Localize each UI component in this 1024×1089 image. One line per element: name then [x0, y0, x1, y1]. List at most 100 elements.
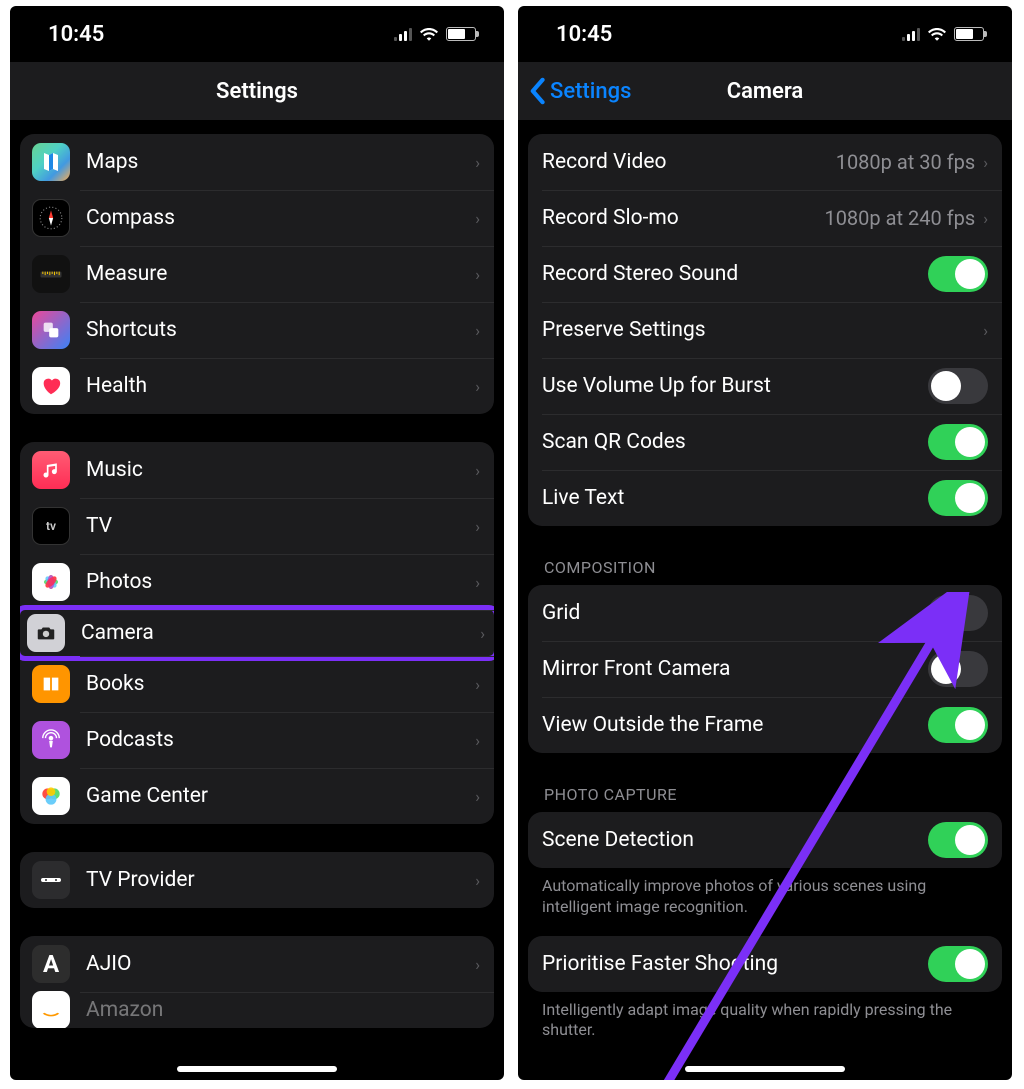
chevron-right-icon: ›	[475, 731, 480, 750]
status-icons	[394, 27, 476, 41]
row-label: Measure	[86, 262, 475, 286]
photos-icon	[32, 563, 70, 601]
row-prioritise-faster[interactable]: Prioritise Faster Shooting	[528, 936, 1002, 992]
battery-icon	[954, 27, 984, 41]
row-label: Podcasts	[86, 728, 475, 752]
phone-left: 10:45 Settings Maps › Comp	[10, 6, 504, 1080]
row-label: Camera	[81, 621, 480, 645]
row-tv[interactable]: tv TV ›	[20, 498, 494, 554]
home-indicator[interactable]	[177, 1066, 337, 1072]
row-record-video[interactable]: Record Video 1080p at 30 fps ›	[528, 134, 1002, 190]
health-icon	[32, 367, 70, 405]
cell-signal-icon	[902, 27, 920, 41]
row-label: Music	[86, 458, 475, 482]
status-time: 10:45	[48, 22, 104, 47]
row-label: Preserve Settings	[542, 318, 983, 342]
row-volume-burst[interactable]: Use Volume Up for Burst	[528, 358, 1002, 414]
toggle-scene-detection[interactable]	[928, 822, 988, 858]
row-maps[interactable]: Maps ›	[20, 134, 494, 190]
row-grid[interactable]: Grid	[528, 585, 1002, 641]
toggle-mirror-front[interactable]	[928, 651, 988, 687]
row-label: Maps	[86, 150, 475, 174]
row-compass[interactable]: Compass ›	[20, 190, 494, 246]
chevron-right-icon: ›	[475, 675, 480, 694]
section-header-composition: COMPOSITION	[544, 558, 1002, 577]
chevron-right-icon: ›	[475, 265, 480, 284]
row-record-slomo[interactable]: Record Slo-mo 1080p at 240 fps ›	[528, 190, 1002, 246]
toggle-view-outside[interactable]	[928, 707, 988, 743]
section-header-photocapture: PHOTO CAPTURE	[544, 785, 1002, 804]
settings-group: TV Provider ›	[20, 852, 494, 908]
chevron-right-icon: ›	[475, 573, 480, 592]
status-icons	[902, 27, 984, 41]
row-label: Grid	[542, 601, 928, 625]
status-bar: 10:45	[518, 6, 1012, 62]
row-label: AJIO	[86, 952, 475, 976]
row-label: Record Stereo Sound	[542, 262, 928, 286]
row-camera[interactable]: Camera ›	[20, 605, 494, 661]
toggle-stereo-sound[interactable]	[928, 256, 988, 292]
camera-icon	[27, 614, 65, 652]
row-label: View Outside the Frame	[542, 713, 928, 737]
maps-icon	[32, 143, 70, 181]
row-scene-detection[interactable]: Scene Detection	[528, 812, 1002, 868]
section-footer: Automatically improve photos of various …	[542, 876, 988, 918]
back-button[interactable]: Settings	[528, 62, 631, 120]
back-label: Settings	[550, 79, 631, 104]
row-tvprovider[interactable]: TV Provider ›	[20, 852, 494, 908]
chevron-right-icon: ›	[475, 153, 480, 172]
cell-signal-icon	[394, 27, 412, 41]
books-icon	[32, 665, 70, 703]
chevron-right-icon: ›	[475, 377, 480, 396]
battery-icon	[446, 27, 476, 41]
chevron-right-icon: ›	[983, 321, 988, 340]
gamecenter-icon	[32, 777, 70, 815]
camera-group-composition: Grid Mirror Front Camera View Outside th…	[528, 585, 1002, 753]
measure-icon	[32, 255, 70, 293]
chevron-right-icon: ›	[475, 461, 480, 480]
toggle-grid[interactable]	[928, 595, 988, 631]
page-title: Camera	[727, 79, 804, 104]
chevron-right-icon: ›	[475, 955, 480, 974]
row-label: Scan QR Codes	[542, 430, 928, 454]
ajio-icon: A	[32, 945, 70, 983]
row-view-outside[interactable]: View Outside the Frame	[528, 697, 1002, 753]
row-label: Shortcuts	[86, 318, 475, 342]
row-measure[interactable]: Measure ›	[20, 246, 494, 302]
toggle-volume-burst[interactable]	[928, 368, 988, 404]
amazon-icon	[32, 991, 70, 1028]
row-label: Books	[86, 672, 475, 696]
chevron-right-icon: ›	[983, 209, 988, 228]
row-label: TV	[86, 514, 475, 538]
toggle-prioritise-faster[interactable]	[928, 946, 988, 982]
row-shortcuts[interactable]: Shortcuts ›	[20, 302, 494, 358]
chevron-right-icon: ›	[983, 153, 988, 172]
settings-list[interactable]: Maps › Compass › Measure ›	[10, 120, 504, 1080]
toggle-scan-qr[interactable]	[928, 424, 988, 460]
row-books[interactable]: Books ›	[20, 656, 494, 712]
row-scan-qr[interactable]: Scan QR Codes	[528, 414, 1002, 470]
navbar-settings: Settings	[10, 62, 504, 120]
row-music[interactable]: Music ›	[20, 442, 494, 498]
home-indicator[interactable]	[685, 1066, 845, 1072]
row-live-text[interactable]: Live Text	[528, 470, 1002, 526]
shortcuts-icon	[32, 311, 70, 349]
row-ajio[interactable]: A AJIO ›	[20, 936, 494, 992]
row-health[interactable]: Health ›	[20, 358, 494, 414]
row-gamecenter[interactable]: Game Center ›	[20, 768, 494, 824]
row-label: Health	[86, 374, 475, 398]
row-podcasts[interactable]: Podcasts ›	[20, 712, 494, 768]
row-preserve-settings[interactable]: Preserve Settings ›	[528, 302, 1002, 358]
row-mirror-front[interactable]: Mirror Front Camera	[528, 641, 1002, 697]
chevron-right-icon: ›	[475, 209, 480, 228]
row-stereo-sound[interactable]: Record Stereo Sound	[528, 246, 1002, 302]
camera-group-faster: Prioritise Faster Shooting	[528, 936, 1002, 992]
phone-right: 10:45 Settings Camera Record Video 1080p…	[518, 6, 1012, 1080]
row-label: Amazon	[86, 998, 480, 1022]
row-label: Live Text	[542, 486, 928, 510]
row-amazon[interactable]: Amazon	[20, 992, 494, 1028]
camera-settings-list[interactable]: Record Video 1080p at 30 fps › Record Sl…	[518, 120, 1012, 1080]
row-photos[interactable]: Photos ›	[20, 554, 494, 610]
toggle-live-text[interactable]	[928, 480, 988, 516]
status-time: 10:45	[556, 22, 612, 47]
